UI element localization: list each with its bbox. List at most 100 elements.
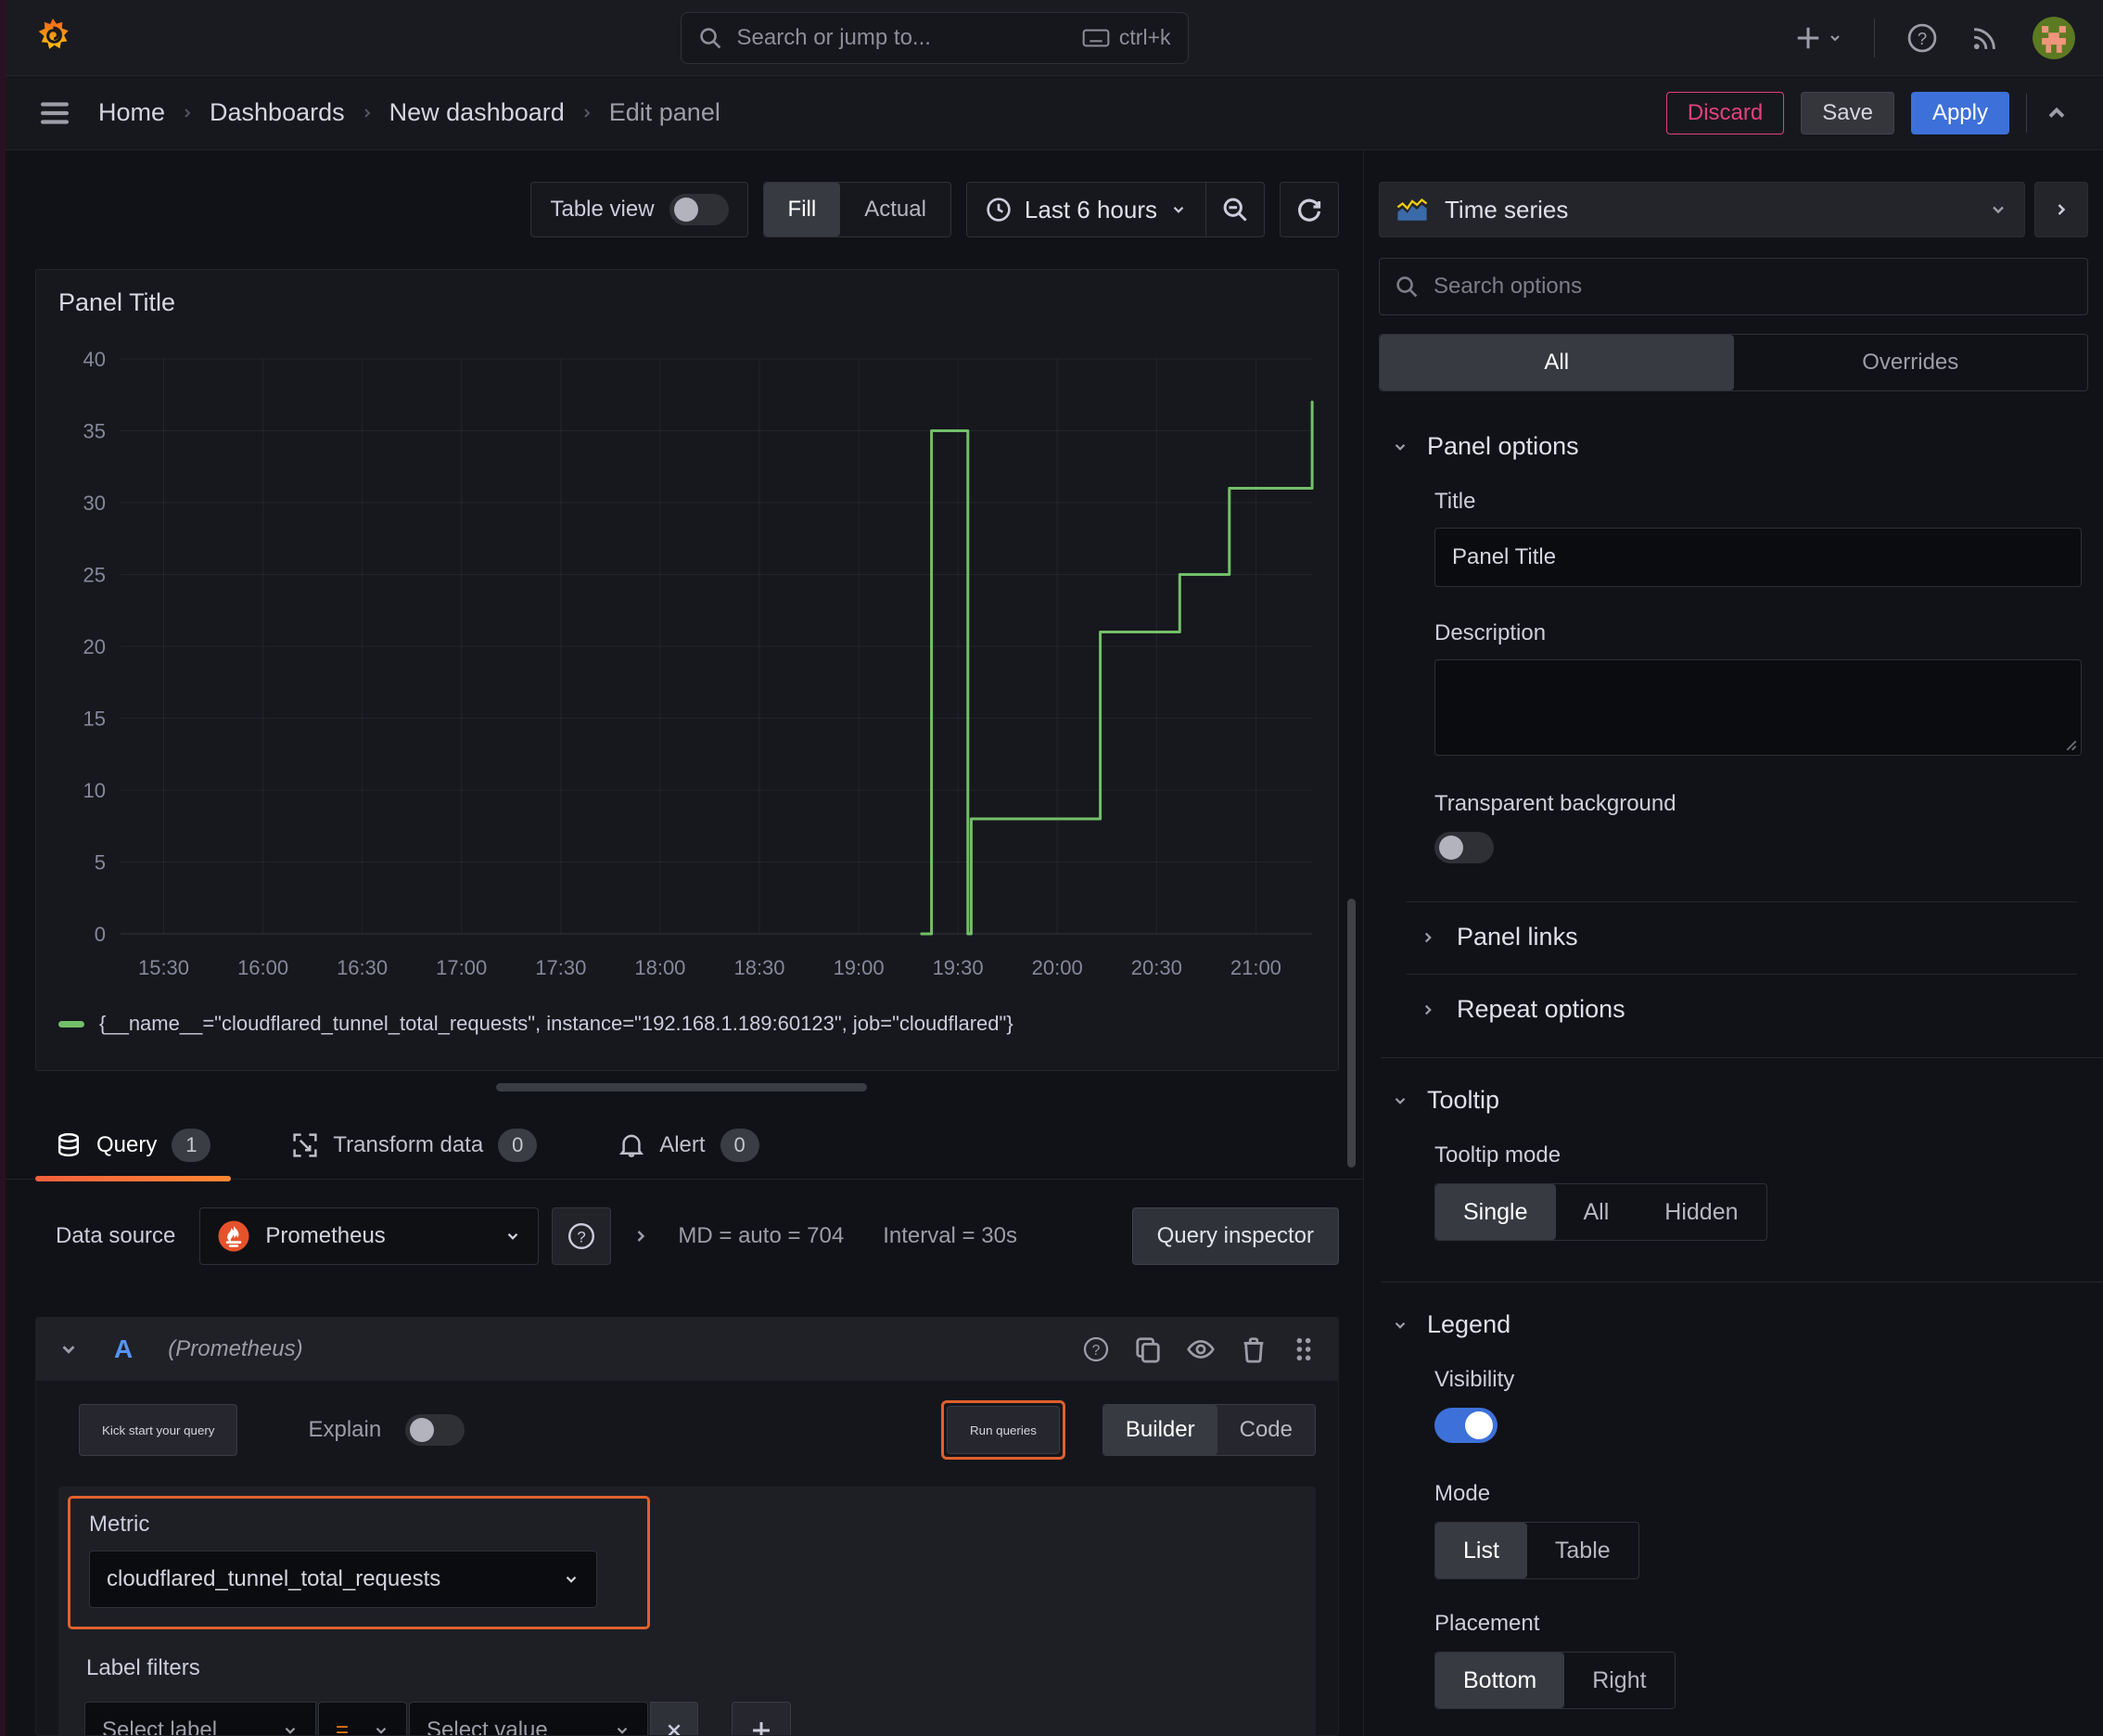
content-scrollbar[interactable]	[1347, 899, 1356, 1168]
save-button[interactable]: Save	[1801, 91, 1894, 134]
time-series-chart[interactable]: 15:30 16:00 16:30 17:00 17:30 18:00 18:30 19:00…	[42, 317, 1331, 1003]
select-label-dropdown[interactable]: Select label	[84, 1702, 316, 1735]
svg-text:17:00: 17:00	[436, 956, 487, 979]
chevron-down-icon	[566, 1576, 577, 1583]
news-rss-button[interactable]	[1969, 22, 2001, 54]
topbar-divider	[1874, 18, 1875, 57]
discard-button[interactable]: Discard	[1665, 91, 1785, 134]
table-view-toggle[interactable]	[669, 194, 729, 225]
viz-suggestions-button[interactable]	[2034, 182, 2088, 237]
query-row-header[interactable]: A (Prometheus) ?	[36, 1318, 1338, 1381]
legend-mode-list-option[interactable]: List	[1435, 1523, 1527, 1578]
chevron-down-icon	[1989, 200, 2007, 219]
options-search-input[interactable]	[1432, 273, 2072, 300]
tooltip-all-option[interactable]: All	[1556, 1184, 1638, 1240]
chevron-down-icon	[1830, 34, 1840, 41]
panel-preview[interactable]: Panel Title 15:30 16:00 16:30 17:00 17:30 18:…	[35, 269, 1339, 1071]
grafana-logo[interactable]	[32, 16, 74, 60]
svg-text:25: 25	[83, 564, 106, 587]
hide-query-icon[interactable]	[1186, 1335, 1216, 1363]
transparent-bg-toggle[interactable]	[1434, 832, 1494, 863]
interval: Interval = 30s	[883, 1223, 1017, 1248]
section-panel-options[interactable]: Panel options	[1392, 432, 2092, 461]
datasource-picker[interactable]: Prometheus	[199, 1207, 540, 1265]
help-button[interactable]: ?	[1906, 22, 1938, 54]
tooltip-single-option[interactable]: Single	[1435, 1184, 1556, 1240]
metric-select[interactable]: cloudflared_tunnel_total_requests	[89, 1551, 597, 1608]
breadcrumb-new-dashboard[interactable]: New dashboard	[389, 98, 565, 127]
breadcrumb-dashboards[interactable]: Dashboards	[210, 98, 345, 127]
actual-option[interactable]: Actual	[840, 183, 950, 236]
legend-placement-bottom-option[interactable]: Bottom	[1435, 1653, 1565, 1708]
breadcrumb-home[interactable]: Home	[98, 98, 165, 127]
tab-overrides[interactable]: Overrides	[1734, 335, 2088, 390]
chevron-down-icon	[1392, 1317, 1408, 1334]
legend-placement-right-option[interactable]: Right	[1564, 1653, 1674, 1708]
tooltip-hidden-option[interactable]: Hidden	[1637, 1184, 1765, 1240]
chevron-down-icon	[1392, 1092, 1408, 1109]
label-filter-row: Select label = Select value	[84, 1702, 1305, 1735]
shortcut-label: ctrl+k	[1118, 25, 1171, 49]
drag-handle-icon[interactable]	[1292, 1335, 1316, 1363]
query-toolbar-row: Kick start your query Explain Run querie…	[79, 1400, 1316, 1460]
visualization-picker[interactable]: Time series	[1379, 182, 2025, 237]
panel-title-input[interactable]	[1434, 528, 2082, 587]
section-tooltip[interactable]: Tooltip	[1392, 1086, 2092, 1115]
apply-button[interactable]: Apply	[1910, 91, 2009, 134]
chevron-right-icon	[1424, 1004, 1432, 1015]
mega-menu-button[interactable]	[39, 99, 70, 127]
datasource-row: Data source Prometheus ? MD = auto = 704…	[56, 1207, 1339, 1265]
zoom-out-button[interactable]	[1206, 183, 1264, 236]
chart-legend[interactable]: {__name__="cloudflared_tunnel_total_requ…	[36, 1012, 1338, 1036]
chevron-down-icon	[1173, 206, 1184, 213]
user-avatar[interactable]	[2033, 16, 2075, 59]
transform-icon	[293, 1132, 317, 1157]
query-help-icon[interactable]: ?	[1082, 1335, 1110, 1363]
tab-query[interactable]: Query 1	[35, 1111, 232, 1181]
builder-option[interactable]: Builder	[1102, 1405, 1217, 1455]
fill-option[interactable]: Fill	[763, 183, 841, 236]
metric-label: Metric	[89, 1512, 150, 1537]
run-queries-button[interactable]: Run queries	[947, 1406, 1060, 1454]
time-range-picker[interactable]: Last 6 hours	[967, 183, 1205, 236]
explain-toggle[interactable]	[405, 1414, 465, 1446]
duplicate-query-icon[interactable]	[1134, 1335, 1162, 1363]
refresh-button[interactable]	[1281, 183, 1338, 236]
max-data-points: MD = auto = 704	[678, 1223, 845, 1248]
svg-text:?: ?	[1918, 28, 1927, 47]
svg-text:18:00: 18:00	[634, 956, 685, 979]
panel-description-textarea[interactable]	[1434, 659, 2082, 756]
code-option[interactable]: Code	[1217, 1405, 1315, 1455]
svg-text:0: 0	[95, 923, 106, 946]
remove-filter-button[interactable]	[650, 1702, 698, 1735]
operator-dropdown[interactable]: =	[318, 1702, 407, 1735]
section-panel-links[interactable]: Panel links	[1392, 902, 2092, 951]
global-search[interactable]: ctrl+k	[680, 11, 1189, 64]
options-search[interactable]	[1379, 258, 2088, 315]
breadcrumb-edit-panel: Edit panel	[608, 98, 720, 126]
search-input[interactable]	[734, 23, 1082, 52]
kick-start-button[interactable]: Kick start your query	[79, 1404, 238, 1456]
tab-alert[interactable]: Alert 0	[598, 1111, 779, 1180]
tab-alert-label: Alert	[659, 1131, 706, 1157]
collapse-header-button[interactable]	[2044, 100, 2070, 126]
section-repeat-options[interactable]: Repeat options	[1392, 975, 2092, 1024]
datasource-help-button[interactable]: ?	[552, 1207, 612, 1265]
breadcrumb: Home Dashboards New dashboard Edit panel	[98, 98, 720, 127]
legend-visibility-toggle[interactable]	[1434, 1408, 1498, 1443]
legend-mode-table-option[interactable]: Table	[1527, 1523, 1638, 1578]
section-legend[interactable]: Legend	[1392, 1310, 2092, 1339]
pane-resize-handle[interactable]	[496, 1083, 867, 1091]
tab-transform-data[interactable]: Transform data 0	[272, 1111, 557, 1180]
legend-mode-segment: List Table	[1434, 1522, 1639, 1579]
query-options-expander[interactable]	[631, 1227, 650, 1245]
select-value-dropdown[interactable]: Select value	[409, 1702, 648, 1735]
chevron-down-icon	[62, 1346, 75, 1354]
delete-query-icon[interactable]	[1240, 1335, 1268, 1363]
new-menu-button[interactable]	[1794, 24, 1842, 52]
tab-all[interactable]: All	[1380, 335, 1734, 390]
series-color-icon	[58, 1020, 84, 1028]
query-inspector-button[interactable]: Query inspector	[1131, 1207, 1339, 1265]
add-filter-button[interactable]	[732, 1702, 791, 1735]
tab-query-label: Query	[96, 1131, 158, 1157]
